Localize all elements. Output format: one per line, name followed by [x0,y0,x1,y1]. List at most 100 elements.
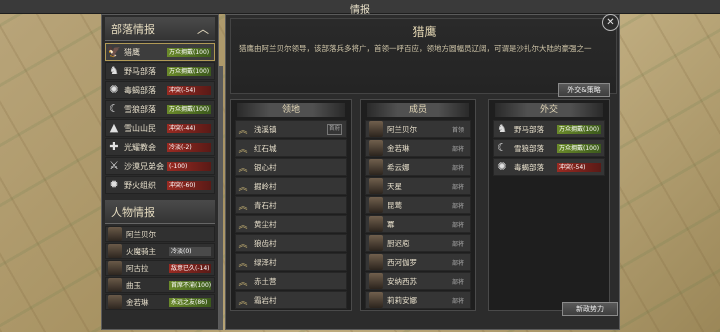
member-item[interactable]: 金若琳 部将 [365,139,471,157]
member-name: 阿兰贝尔 [387,124,417,134]
chevrons-up-icon: ︽ [238,296,248,307]
territory-item[interactable]: ︽ 银心村 [235,158,347,176]
territory-item[interactable]: ︽ 狼齿村 [235,234,347,252]
territory-name: 狼齿村 [254,238,277,248]
territory-name: 红石城 [254,143,277,153]
diplomacy-list: ♞ 野马部落 万众拥戴(100) ☾ 雪狼部落 万众拥戴(100) ✺ 毒蝎部落 冲突(-54) [489,120,609,176]
diplomacy-relation-badge: 冲突(-54) [557,163,601,172]
avatar [108,278,122,292]
territory-item[interactable]: ︽ 青石村 [235,196,347,214]
tribe-detail-panel: 猎鹰 猎鹰由阿兰贝尔领导，该部落兵多将广，首领一呼百应，领地方圆幅员辽阔，可谓是… [225,14,620,330]
cross-icon: ✚ [109,140,119,153]
tribe-relation-badge: 冷淡(-2) [167,143,211,152]
capital-tag: 首府 [326,124,342,135]
tribe-item[interactable]: ▲ 雪山山民 冲突(-44) [105,119,215,137]
character-item[interactable]: 金若琳 永远之友(86) [105,294,215,310]
tribe-item-name: 野马部落 [124,66,156,76]
character-relation-badge: 永远之友(86) [169,298,211,307]
member-name: 金若琳 [387,143,410,153]
tribe-relation-badge: 冲突(-60) [167,181,211,190]
fire-icon: ✹ [109,178,119,191]
character-name: 曲玉 [126,280,141,290]
territory-name: 绿泽村 [254,257,277,267]
chevrons-up-icon: ︽ [238,182,248,193]
tribe-relation-badge: 冲突(-54) [167,86,211,95]
tribe-item[interactable]: ☾ 雪狼部落 万众拥戴(100) [105,100,215,118]
member-item[interactable]: 西河伽罗 部将 [365,253,471,271]
mountain-icon: ▲ [109,121,119,134]
member-name: 希云娜 [387,162,410,172]
member-item[interactable]: 厨迟庖 部将 [365,234,471,252]
tribe-item-name: 猎鹰 [124,47,140,57]
diplomacy-item[interactable]: ✺ 毒蝎部落 冲突(-54) [493,158,605,176]
character-section-header[interactable]: 人物情报 [105,200,215,224]
member-name: 安纳西苏 [387,276,417,286]
avatar [369,235,383,251]
member-role: 部将 [451,279,464,286]
tribe-item[interactable]: ✹ 野火组织 冲突(-60) [105,176,215,194]
territory-item[interactable]: ︽ 霜岩村 [235,291,347,309]
territory-name: 青石村 [254,200,277,210]
tribe-item-name: 野火组织 [124,180,156,190]
character-section-title: 人物情报 [111,205,155,219]
new-force-button[interactable]: 新政势力 [562,302,618,316]
character-item[interactable]: 阿古拉 敌意已久(-14) [105,260,215,276]
tribe-relation-badge: 万众拥戴(100) [167,105,211,114]
member-item[interactable]: 莉莉安娜 部将 [365,291,471,309]
member-item[interactable]: 希云娜 部将 [365,158,471,176]
tribe-item-name: 雪山山民 [124,123,156,133]
diplomacy-tribe-name: 毒蝎部落 [514,162,544,172]
tribe-item-name: 雪狼部落 [124,104,156,114]
territory-item[interactable]: ︽ 赤土营 [235,272,347,290]
tribe-item[interactable]: ✚ 光耀教会 冷淡(-2) [105,138,215,156]
member-name: 天星 [387,181,402,191]
tribe-item[interactable]: ♞ 野马部落 万众拥戴(100) [105,62,215,80]
member-item[interactable]: 昆莺 部将 [365,196,471,214]
territory-item[interactable]: ︽ 红石城 [235,139,347,157]
chevrons-up-icon: ︽ [238,220,248,231]
horse-icon: ♞ [497,122,507,135]
horse-icon: ♞ [109,64,119,77]
territory-item[interactable]: ︽ 黄尘村 [235,215,347,233]
character-name: 阿兰贝尔 [126,229,156,239]
tribe-item[interactable]: ⚔ 沙漠兄弟会 (-100) [105,157,215,175]
close-icon[interactable]: ✕ [602,14,619,31]
member-item[interactable]: 安纳西苏 部将 [365,272,471,290]
member-name: 昆莺 [387,200,402,210]
character-name: 金若琳 [126,297,149,307]
member-role: 部将 [451,241,464,248]
wolf-icon: ☾ [497,141,507,154]
territory-item[interactable]: ︽ 掘岭村 [235,177,347,195]
diplomacy-item[interactable]: ♞ 野马部落 万众拥戴(100) [493,120,605,138]
territory-item[interactable]: ︽ 绿泽村 [235,253,347,271]
avatar [369,254,383,270]
diplomacy-relation-badge: 万众拥戴(100) [557,144,601,153]
eagle-icon: 🦅 [107,45,121,58]
tribe-item[interactable]: ✺ 毒蝎部落 冲突(-54) [105,81,215,99]
chevron-up-icon[interactable]: ︿ [197,20,209,37]
character-item[interactable]: 阿兰贝尔 [105,226,215,242]
diplomacy-strategy-button[interactable]: 外交&策略 [558,83,610,97]
territory-name: 霜岩村 [254,295,277,305]
left-scrollbar[interactable] [219,66,223,330]
diplomacy-item[interactable]: ☾ 雪狼部落 万众拥戴(100) [493,139,605,157]
member-item[interactable]: 天星 部将 [365,177,471,195]
member-role: 部将 [451,184,464,191]
character-item[interactable]: 火魔骑主 冷淡(0) [105,243,215,259]
territory-item[interactable]: ︽ 浅溪镇 首府 [235,120,347,138]
tribe-section-header[interactable]: 部落情报 ︿ [105,17,215,41]
chevrons-up-icon: ︽ [238,258,248,269]
chevrons-up-icon: ︽ [238,144,248,155]
member-name: 莉莉安娜 [387,295,417,305]
character-relation-badge: 冷淡(0) [169,247,211,256]
member-item[interactable]: 冪 部将 [365,215,471,233]
member-role: 部将 [451,203,464,210]
avatar [369,292,383,308]
member-item[interactable]: 阿兰贝尔 首领 [365,120,471,138]
character-item[interactable]: 曲玉 首席不渝(100) [105,277,215,293]
tribe-relation-badge: 万众拥戴(100) [167,48,211,57]
character-relation-badge: 敌意已久(-14) [169,264,211,273]
window-title-bar: 情报 [0,0,720,16]
member-name: 西河伽罗 [387,257,417,267]
tribe-item[interactable]: 🦅猎鹰★万众拥戴(100) [105,43,215,61]
